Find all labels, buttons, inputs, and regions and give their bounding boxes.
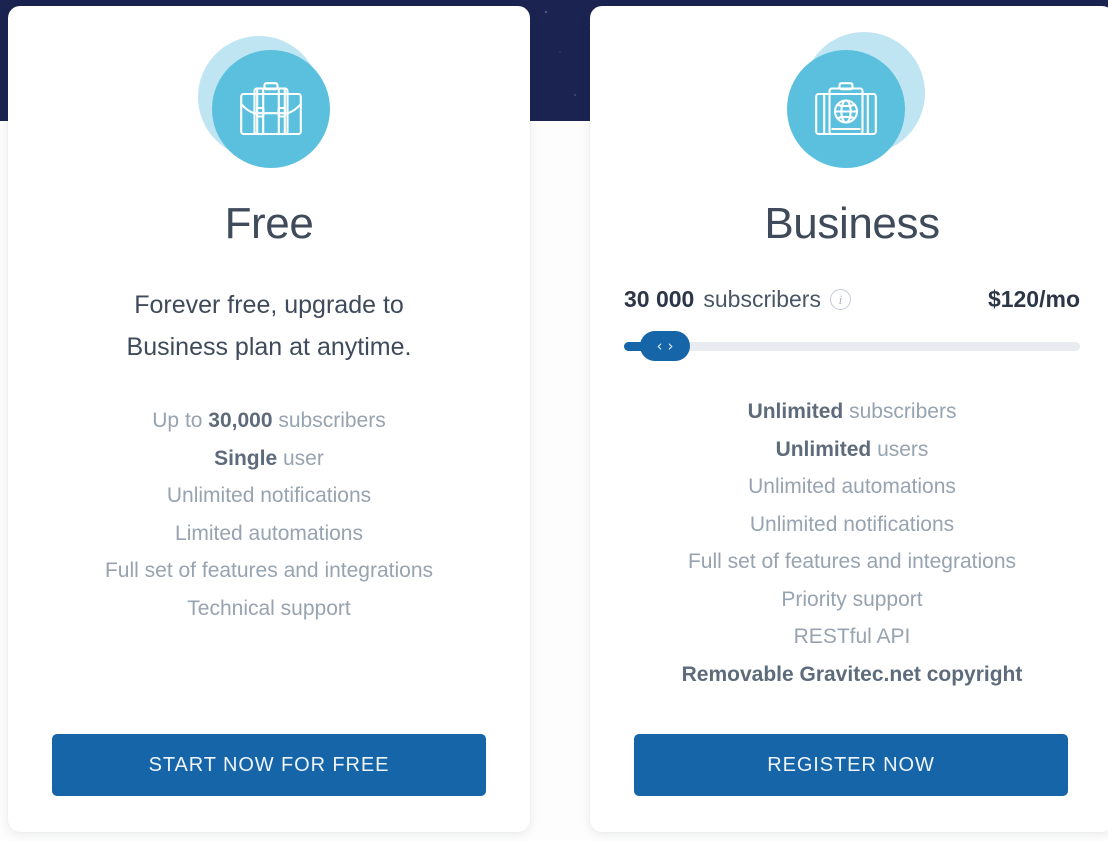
briefcase-globe-icon	[787, 50, 905, 168]
feature-item: Removable Gravitec.net copyright	[681, 662, 1023, 686]
feature-item: Single user	[214, 446, 324, 470]
feature-emphasis: 30,000	[208, 409, 273, 432]
feature-item: Unlimited notifications	[749, 512, 955, 536]
register-now-button[interactable]: REGISTER NOW	[634, 734, 1068, 796]
start-now-for-free-button[interactable]: START NOW FOR FREE	[52, 734, 486, 796]
pricing-card-business: Business 30 000 subscribers i $120/mo ‹ …	[590, 6, 1108, 832]
slider-track[interactable]	[624, 342, 1080, 351]
tagline-line-2: Business plan at anytime.	[126, 333, 412, 361]
subscriber-readout: 30 000 subscribers i	[624, 286, 851, 313]
slider-thumb[interactable]: ‹ ›	[640, 331, 691, 361]
plan-icon-business	[777, 28, 927, 178]
feature-list-free: Up to 30,000 subscribers Single user Unlim…	[105, 402, 433, 627]
feature-list-business: Unlimited subscribers Unlimited users Unli…	[682, 393, 1023, 693]
feature-item: Unlimited subscribers	[747, 400, 957, 423]
feature-item: Full set of features and integrations	[104, 559, 434, 582]
plan-icon-free	[194, 28, 344, 178]
subscriber-count: 30 000	[624, 286, 695, 312]
feature-item: Unlimited automations	[748, 475, 956, 498]
feature-item: Priority support	[781, 587, 923, 611]
pricing-card-free: Free Forever free, upgrade to Business p…	[8, 6, 530, 832]
feature-emphasis: Unlimited	[747, 400, 844, 423]
feature-emphasis: Unlimited	[775, 437, 872, 461]
subscriber-price-row: 30 000 subscribers i $120/mo	[624, 286, 1080, 313]
chevron-left-icon: ‹	[656, 336, 663, 355]
feature-item: Limited automations	[175, 521, 363, 545]
feature-item: Technical support	[187, 596, 351, 620]
chevron-right-icon: ›	[667, 336, 674, 355]
feature-item: Unlimited notifications	[166, 484, 372, 507]
tagline-line-1: Forever free, upgrade to	[134, 291, 404, 319]
plan-title-free: Free	[224, 199, 314, 248]
briefcase-icon	[212, 50, 330, 168]
plan-title-business: Business	[764, 199, 940, 248]
feature-item: RESTful API	[793, 625, 911, 648]
subscriber-label: subscribers	[703, 286, 821, 312]
info-icon[interactable]: i	[829, 289, 851, 310]
subscriber-slider[interactable]: ‹ ›	[624, 331, 1080, 361]
feature-emphasis: Single	[214, 446, 278, 470]
feature-item: Full set of features and integrations	[687, 550, 1017, 573]
feature-item: Up to 30,000 subscribers	[152, 409, 386, 432]
plan-price: $120/mo	[987, 286, 1080, 312]
feature-item: Unlimited users	[775, 437, 929, 461]
plan-tagline-free: Forever free, upgrade to Business plan a…	[54, 284, 484, 368]
